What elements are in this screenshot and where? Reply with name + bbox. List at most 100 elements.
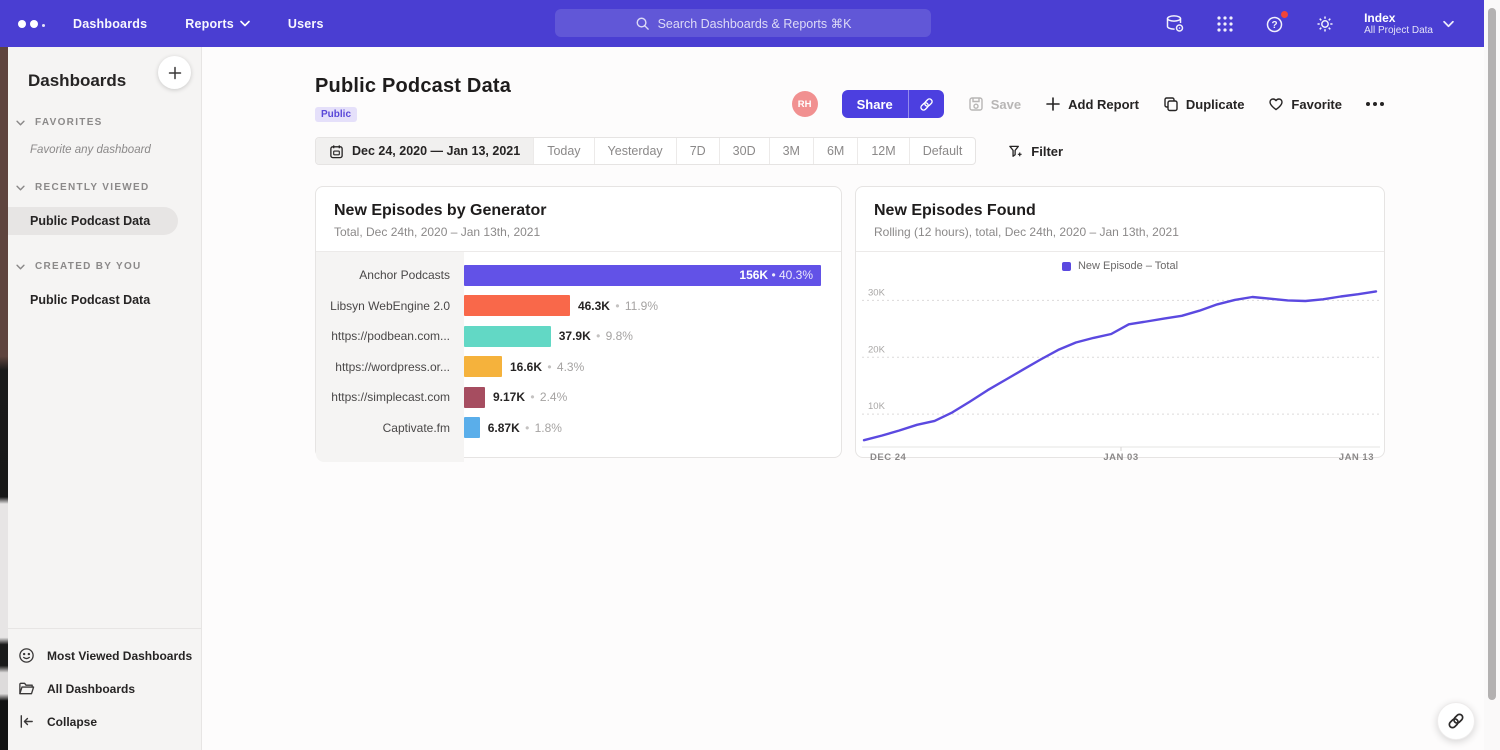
bar[interactable]	[464, 387, 485, 408]
data-sources-icon[interactable]	[1164, 13, 1186, 35]
action-bar: RH Share Save Add Report Duplicate Favor…	[792, 90, 1384, 118]
more-options-button[interactable]	[1366, 98, 1384, 110]
nav-item-users[interactable]: Users	[288, 17, 324, 31]
bar-row: https://simplecast.com 9.17K • 2.4%	[316, 382, 841, 413]
preset-7d[interactable]: 7D	[677, 138, 720, 164]
date-range-button[interactable]: Dec 24, 2020 — Jan 13, 2021	[316, 138, 534, 164]
y-axis-tick: 20K	[868, 344, 886, 355]
line-series	[864, 291, 1376, 440]
chevron-down-icon	[16, 120, 25, 126]
sidebar: Dashboards FAVORITES Favorite any dashbo…	[0, 47, 202, 750]
bar[interactable]	[464, 295, 570, 316]
line-plot: 10K20K30KDEC 24JAN 03JAN 13	[862, 276, 1380, 464]
apps-grid-icon[interactable]	[1214, 13, 1236, 35]
plus-icon	[168, 66, 182, 80]
all-dashboards-button[interactable]: All Dashboards	[8, 672, 201, 705]
most-viewed-dashboards-button[interactable]: Most Viewed Dashboards	[8, 639, 201, 672]
link-icon	[919, 97, 934, 112]
x-axis-tick: DEC 24	[870, 452, 906, 463]
add-report-button[interactable]: Add Report	[1045, 96, 1139, 112]
preset-3m[interactable]: 3M	[770, 138, 814, 164]
chevron-down-icon	[16, 264, 25, 270]
bar-category-label: https://podbean.com...	[316, 329, 464, 343]
page-scrollbar[interactable]	[1484, 0, 1500, 750]
bar-value-label: 16.6K • 4.3%	[510, 360, 584, 374]
bar-row: Captivate.fm6.87K • 1.8%	[316, 413, 841, 444]
preset-default[interactable]: Default	[910, 138, 976, 164]
legend-swatch	[1062, 262, 1071, 271]
help-icon[interactable]: ?	[1264, 13, 1286, 35]
bar-category-label: Libsyn WebEngine 2.0	[316, 299, 464, 313]
bar-category-label: https://simplecast.com	[316, 390, 464, 404]
add-dashboard-button[interactable]	[158, 56, 191, 89]
bar-chart-title: New Episodes by Generator	[334, 202, 823, 220]
calendar-icon	[329, 144, 344, 159]
sidebar-section-favorites: FAVORITES Favorite any dashboard	[8, 117, 201, 156]
public-badge: Public	[315, 107, 357, 122]
bar-row: https://podbean.com... 37.9K • 9.8%	[316, 321, 841, 352]
top-nav: Dashboards Reports Users Search Dashboar…	[0, 0, 1484, 47]
bar-chart-subtitle: Total, Dec 24th, 2020 – Jan 13th, 2021	[334, 225, 823, 239]
bar-value-label: 9.17K • 2.4%	[493, 390, 567, 404]
settings-icon[interactable]	[1314, 13, 1336, 35]
avatar[interactable]: RH	[792, 91, 818, 117]
date-range-segmented-control: Dec 24, 2020 — Jan 13, 2021 TodayYesterd…	[315, 137, 976, 165]
collapse-icon	[18, 713, 35, 730]
preset-30d[interactable]: 30D	[720, 138, 770, 164]
bar-value-label: 46.3K • 11.9%	[578, 299, 658, 313]
preset-6m[interactable]: 6M	[814, 138, 858, 164]
sidebar-item-public-podcast-data[interactable]: Public Podcast Data	[0, 207, 178, 235]
bar-category-label: https://wordpress.or...	[316, 360, 464, 374]
bar[interactable]	[464, 417, 480, 438]
favorite-button[interactable]: Favorite	[1268, 96, 1342, 112]
bar[interactable]	[464, 356, 502, 377]
filter-button[interactable]: Filter	[1008, 144, 1063, 159]
project-name: Index	[1364, 11, 1433, 25]
smiley-icon	[18, 647, 35, 664]
search-placeholder: Search Dashboards & Reports ⌘K	[658, 16, 852, 31]
scrollbar-thumb[interactable]	[1488, 8, 1496, 700]
bar-value-label: 37.9K • 9.8%	[559, 329, 633, 343]
notification-dot	[1281, 11, 1288, 18]
search-input[interactable]: Search Dashboards & Reports ⌘K	[555, 9, 931, 37]
app-logo-icon[interactable]	[18, 20, 45, 28]
section-header-recently-viewed[interactable]: RECENTLY VIEWED	[8, 182, 201, 193]
sidebar-section-created-by-you: CREATED BY YOU Public Podcast Data	[8, 261, 201, 314]
line-chart-title: New Episodes Found	[874, 202, 1366, 220]
x-axis-tick: JAN 03	[1103, 452, 1138, 463]
favorites-empty-text: Favorite any dashboard	[8, 128, 201, 156]
sidebar-item-public-podcast-data[interactable]: Public Podcast Data	[0, 286, 178, 314]
collapse-sidebar-button[interactable]: Collapse	[8, 705, 201, 738]
page-title: Public Podcast Data	[315, 75, 511, 98]
bar-row: Libsyn WebEngine 2.0 46.3K • 11.9%	[316, 291, 841, 322]
floating-link-button[interactable]	[1437, 702, 1475, 740]
section-header-favorites[interactable]: FAVORITES	[8, 117, 201, 128]
preset-12m[interactable]: 12M	[858, 138, 909, 164]
filter-icon	[1008, 144, 1023, 159]
sidebar-section-recently-viewed: RECENTLY VIEWED Public Podcast Data	[8, 182, 201, 235]
line-chart-card: New Episodes Found Rolling (12 hours), t…	[855, 186, 1385, 458]
share-link-button[interactable]	[909, 90, 944, 118]
preset-today[interactable]: Today	[534, 138, 594, 164]
bar-chart-card: New Episodes by Generator Total, Dec 24t…	[315, 186, 842, 458]
y-axis-tick: 10K	[868, 401, 886, 412]
duplicate-button[interactable]: Duplicate	[1163, 96, 1245, 112]
bar[interactable]: 156K • 40.3%	[464, 265, 821, 286]
sidebar-footer: Most Viewed Dashboards All Dashboards Co…	[0, 628, 201, 750]
bar-row: Anchor Podcasts156K • 40.3%	[316, 260, 841, 291]
preset-yesterday[interactable]: Yesterday	[595, 138, 677, 164]
section-header-created-by-you[interactable]: CREATED BY YOU	[8, 261, 201, 272]
nav-item-dashboards[interactable]: Dashboards	[73, 17, 147, 31]
svg-text:?: ?	[1272, 20, 1278, 31]
plus-icon	[1045, 96, 1061, 112]
legend-label: New Episode – Total	[1078, 260, 1178, 272]
save-button[interactable]: Save	[968, 96, 1021, 112]
project-switcher[interactable]: Index All Project Data	[1364, 11, 1454, 37]
share-button[interactable]: Share	[842, 90, 909, 118]
bar-value-label: 156K • 40.3%	[739, 268, 821, 282]
bar-value-label: 6.87K • 1.8%	[488, 421, 562, 435]
background-window-sliver	[0, 47, 8, 750]
x-axis-tick: JAN 13	[1339, 452, 1374, 463]
bar[interactable]	[464, 326, 551, 347]
nav-item-reports[interactable]: Reports	[185, 17, 250, 31]
